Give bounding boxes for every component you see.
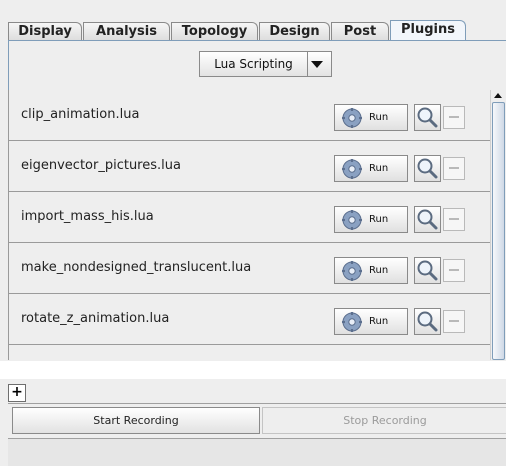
script-name: import_mass_his.lua [21,209,154,224]
script-list: clip_animation.lua Run eigenvector_pictu… [8,90,491,360]
gear-icon [342,159,362,179]
script-name: rotate_z_animation.lua [21,311,170,326]
gear-icon [342,108,362,128]
plugin-type-selected: Lua Scripting [200,52,308,76]
run-script-button[interactable]: Run [334,206,408,233]
run-label: Run [369,163,389,174]
tab-design[interactable]: Design [259,22,330,41]
magnifier-icon [417,158,438,179]
stop-recording-button[interactable]: Stop Recording [262,407,506,434]
run-script-button[interactable]: Run [334,104,408,131]
tab-display[interactable]: Display [8,22,82,41]
gear-icon [342,210,362,230]
minus-icon [449,218,459,220]
recording-panel: + Start Recording Stop Recording [0,379,506,466]
run-script-button[interactable]: Run [334,308,408,335]
run-label: Run [369,316,389,327]
scroll-thumb[interactable] [492,102,505,360]
remove-script-button[interactable] [443,157,465,180]
inspect-script-button[interactable] [414,308,441,335]
minus-icon [449,320,459,322]
plugin-type-dropdown[interactable]: Lua Scripting [199,51,332,77]
tab-topology[interactable]: Topology [171,22,258,41]
list-scrollbar[interactable] [490,90,506,360]
gear-icon [342,312,362,332]
plus-icon: + [11,384,23,400]
script-name: clip_animation.lua [21,107,140,122]
inspect-script-button[interactable] [414,206,441,233]
inspect-script-button[interactable] [414,104,441,131]
script-name: make_nondesigned_translucent.lua [21,260,252,275]
minus-icon [449,167,459,169]
minus-icon [449,116,459,118]
remove-script-button[interactable] [443,208,465,231]
chevron-down-icon[interactable] [311,61,323,68]
tab-bar: Display Analysis Topology Design Post Pl… [0,0,506,42]
magnifier-icon [417,260,438,281]
run-label: Run [369,265,389,276]
script-name: eigenvector_pictures.lua [21,158,181,173]
inspect-script-button[interactable] [414,257,441,284]
tab-post[interactable]: Post [331,22,389,41]
inspect-script-button[interactable] [414,155,441,182]
blank-gap [0,361,506,379]
divider [8,403,506,404]
magnifier-icon [417,311,438,332]
add-button[interactable]: + [8,384,26,402]
start-recording-button[interactable]: Start Recording [12,407,260,434]
run-script-button[interactable]: Run [334,257,408,284]
magnifier-icon [417,209,438,230]
script-row: eigenvector_pictures.lua Run [9,141,491,192]
remove-script-button[interactable] [443,259,465,282]
status-area [8,439,506,466]
run-script-button[interactable]: Run [334,155,408,182]
minus-icon [449,269,459,271]
script-row: make_nondesigned_translucent.lua Run [9,243,491,294]
script-row: clip_animation.lua Run [9,90,491,141]
run-label: Run [369,112,389,123]
tab-analysis[interactable]: Analysis [83,22,170,41]
scroll-up-arrow-icon[interactable] [494,93,502,98]
run-label: Run [369,214,389,225]
magnifier-icon [417,107,438,128]
gear-icon [342,261,362,281]
script-row: import_mass_his.lua Run [9,192,491,243]
tab-plugins[interactable]: Plugins [390,20,466,42]
script-row: rotate_z_animation.lua Run [9,294,491,345]
remove-script-button[interactable] [443,106,465,129]
remove-script-button[interactable] [443,310,465,333]
